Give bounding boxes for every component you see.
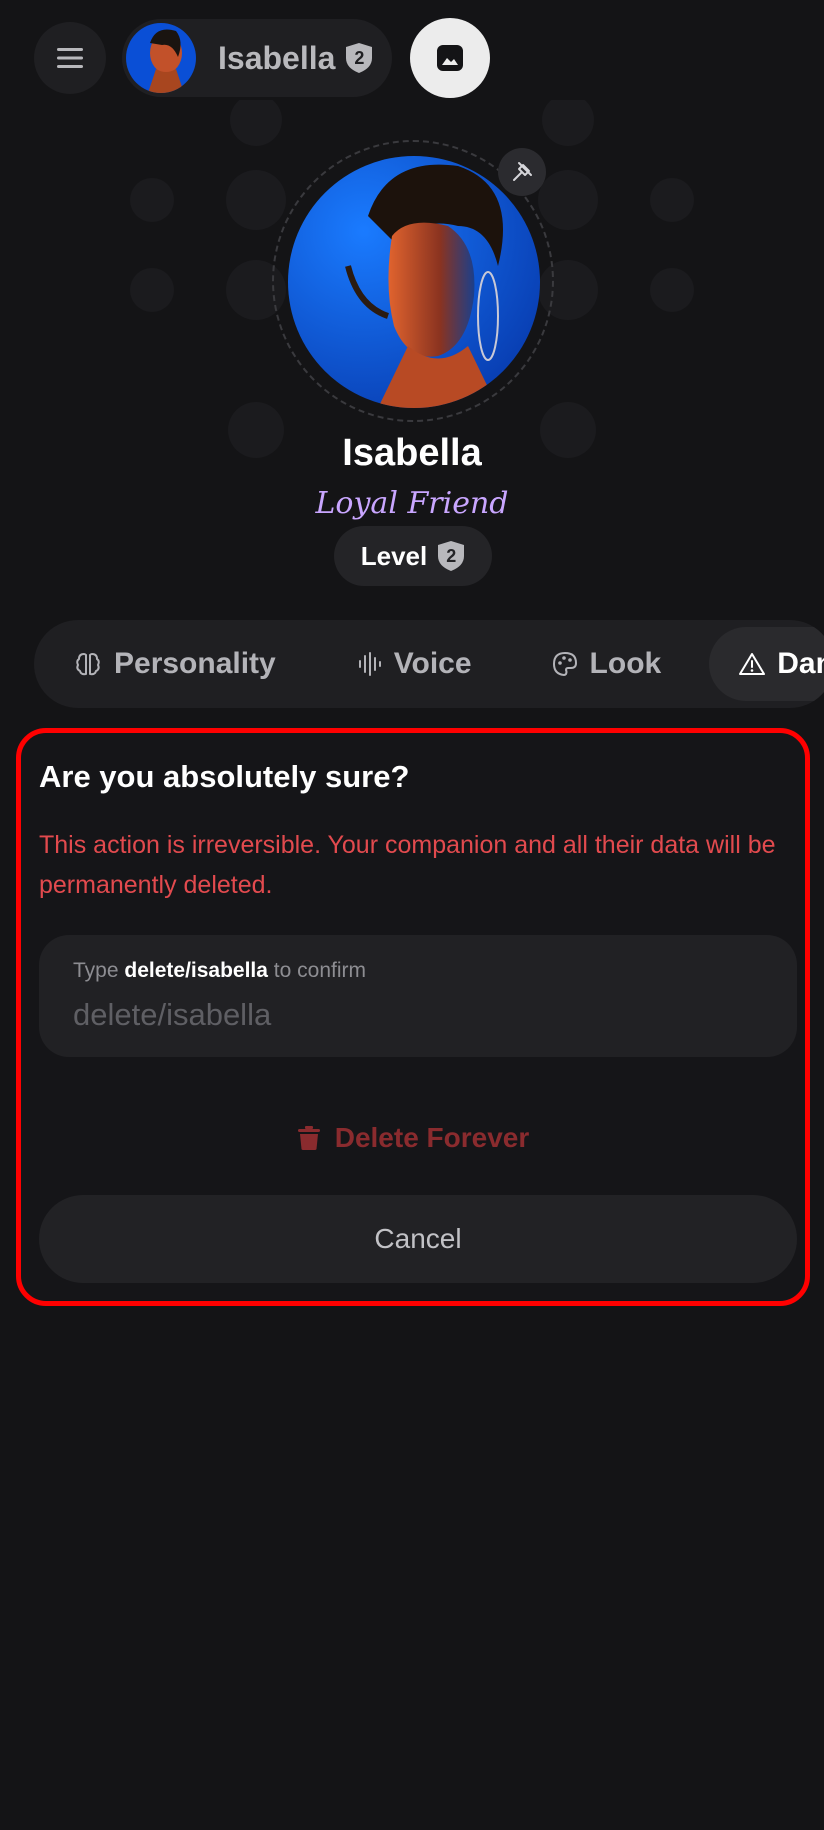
- tab-danger[interactable]: Dang: [709, 627, 824, 701]
- delete-forever-label: Delete Forever: [334, 1122, 530, 1153]
- tab-label: Personality: [114, 647, 276, 680]
- delete-forever-button[interactable]: Delete Forever: [21, 1113, 805, 1163]
- pin-icon: [513, 162, 532, 181]
- settings-tabs: Personality Voice Look Da: [34, 620, 824, 708]
- profile-role: Loyal Friend: [315, 486, 509, 521]
- waveform-icon: [358, 652, 381, 676]
- level-badge-value: 2: [354, 47, 365, 68]
- image-icon: [437, 45, 463, 71]
- confirm-label-suffix: to confirm: [273, 959, 366, 982]
- tab-look[interactable]: Look: [552, 627, 662, 701]
- confirm-label-prefix: Type: [73, 959, 119, 982]
- companion-switcher[interactable]: Isabella 2: [122, 19, 392, 97]
- profile-avatar-frame: [272, 140, 554, 422]
- confirm-field: Type delete/isabella to confirm: [39, 935, 797, 1057]
- profile-name: Isabella: [342, 432, 482, 474]
- confirm-input[interactable]: [73, 993, 763, 1037]
- confirm-title: Are you absolutely sure?: [39, 759, 410, 794]
- tab-label: Look: [589, 647, 662, 680]
- cancel-button[interactable]: Cancel: [39, 1195, 797, 1283]
- cancel-label: Cancel: [374, 1223, 462, 1254]
- brain-icon: [76, 653, 100, 676]
- top-bar: Isabella 2: [34, 18, 490, 98]
- tab-label: Dang: [777, 647, 824, 680]
- palette-icon: [552, 651, 577, 677]
- companion-name: Isabella: [218, 39, 336, 76]
- delete-confirmation-panel: Are you absolutely sure? This action is …: [16, 728, 810, 1306]
- level-badge: 2: [437, 540, 465, 572]
- gallery-button[interactable]: [410, 18, 490, 98]
- level-label: Level: [360, 540, 428, 571]
- tab-personality[interactable]: Personality: [74, 627, 276, 701]
- level-pill: Level 2: [334, 526, 492, 586]
- confirm-phrase: delete/isabella: [124, 959, 268, 982]
- profile-avatar[interactable]: [288, 156, 540, 408]
- trash-icon: [297, 1126, 320, 1150]
- companion-avatar: [126, 23, 196, 93]
- level-badge-value: 2: [446, 545, 457, 566]
- confirm-label: Type delete/isabella to confirm: [73, 959, 366, 983]
- hamburger-menu-icon: [57, 48, 83, 68]
- irreversible-warning: This action is irreversible. Your compan…: [39, 831, 776, 899]
- tab-voice[interactable]: Voice: [358, 627, 472, 701]
- menu-button[interactable]: [34, 22, 106, 94]
- level-badge: 2: [345, 42, 373, 74]
- warning-icon: [739, 653, 766, 675]
- tab-label: Voice: [393, 647, 472, 680]
- pin-button[interactable]: [498, 148, 546, 196]
